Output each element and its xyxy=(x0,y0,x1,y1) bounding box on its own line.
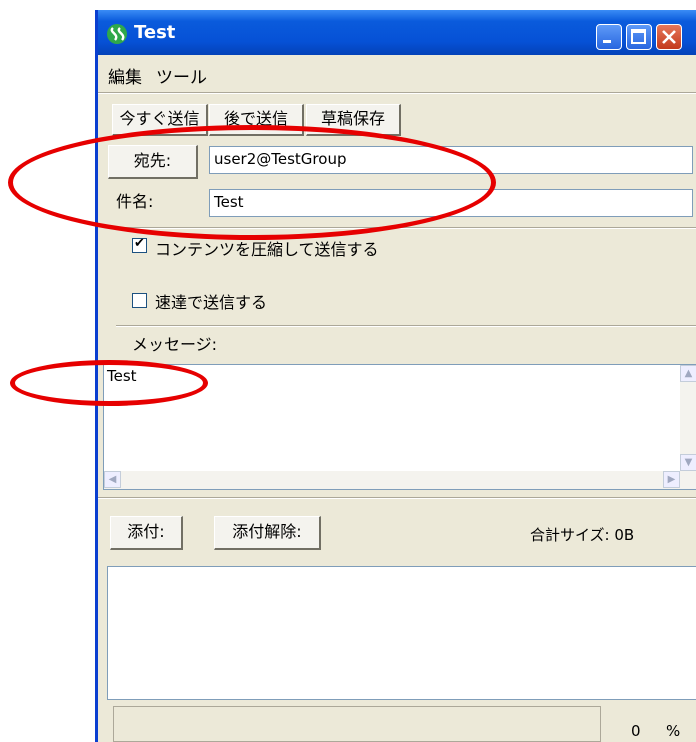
app-logo-icon xyxy=(107,24,127,44)
menu-bar: 編集 ツール xyxy=(98,55,696,91)
attach-button[interactable]: 添付: xyxy=(110,516,183,550)
maximize-button[interactable] xyxy=(626,24,652,50)
minimize-icon xyxy=(603,40,611,43)
scroll-down-arrow-icon[interactable]: ▼ xyxy=(680,454,696,471)
title-bar[interactable]: Test xyxy=(98,10,696,55)
compress-checkbox[interactable] xyxy=(132,236,147,253)
progress-value: 0 xyxy=(631,722,641,740)
menu-tools[interactable]: ツール xyxy=(156,63,207,88)
horizontal-scrollbar[interactable]: ◀ ▶ xyxy=(104,471,696,489)
progress-bar xyxy=(113,706,601,742)
close-button[interactable] xyxy=(656,24,682,50)
menu-edit[interactable]: 編集 xyxy=(108,63,142,88)
window-title: Test xyxy=(134,22,176,43)
remove-attachment-button[interactable]: 添付解除: xyxy=(214,516,321,550)
express-checkbox[interactable] xyxy=(132,293,147,308)
minimize-button[interactable] xyxy=(596,24,622,50)
express-label: 速達で送信する xyxy=(155,293,268,312)
scroll-left-arrow-icon[interactable]: ◀ xyxy=(104,471,121,488)
attachment-divider xyxy=(98,497,696,499)
message-divider xyxy=(116,325,696,327)
highlight-ellipse-recipient-subject xyxy=(8,125,496,240)
close-icon xyxy=(662,30,676,44)
scroll-up-arrow-icon[interactable]: ▲ xyxy=(680,365,696,382)
vertical-scrollbar[interactable]: ▲ ▼ xyxy=(680,365,696,471)
scroll-right-arrow-icon[interactable]: ▶ xyxy=(663,471,680,488)
highlight-ellipse-message xyxy=(10,360,208,406)
total-size-label: 合計サイズ: 0B xyxy=(530,526,635,544)
message-label: メッセージ: xyxy=(132,335,218,354)
attachment-list[interactable] xyxy=(107,566,696,700)
maximize-icon xyxy=(631,29,646,44)
progress-unit: % xyxy=(666,722,681,740)
menu-divider xyxy=(98,92,696,94)
